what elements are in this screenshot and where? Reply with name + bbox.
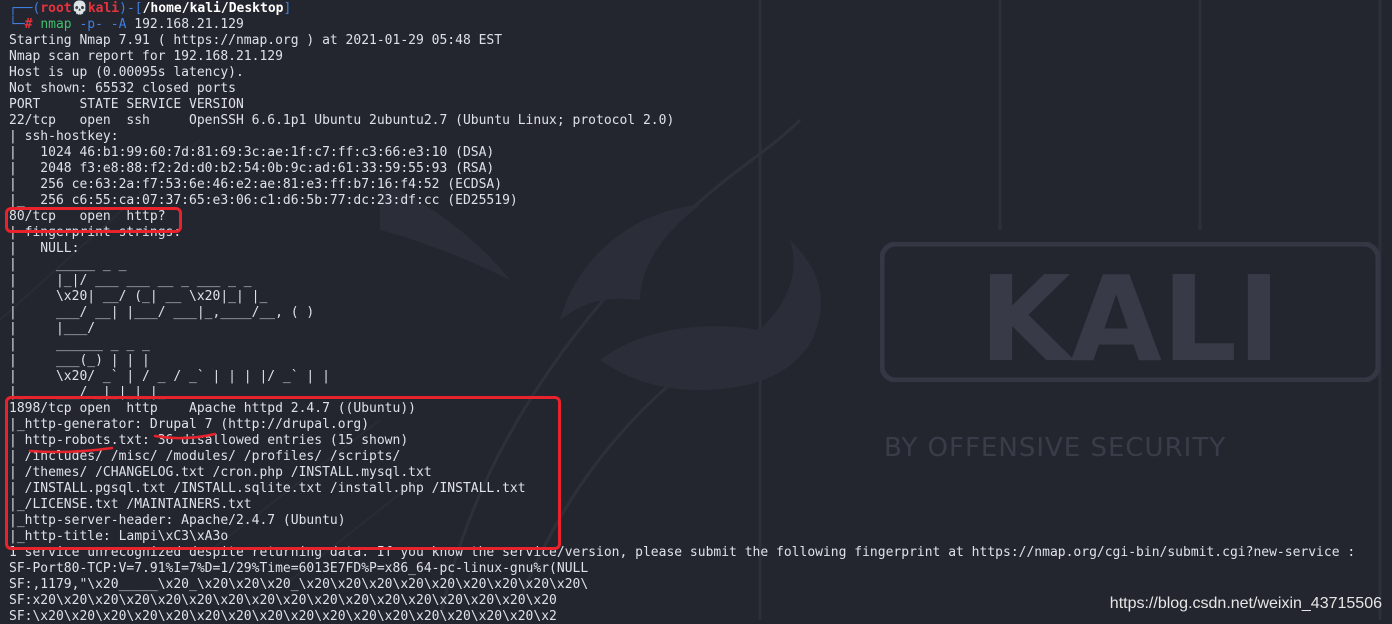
robots-underline <box>28 446 114 454</box>
csdn-watermark: https://blog.csdn.net/weixin_43715506 <box>1109 595 1382 612</box>
terminal-window[interactable]: KALI BY OFFENSIVE SECURITY ┌──(root💀kali… <box>0 0 1392 624</box>
handwritten-underlines <box>28 432 217 454</box>
drupal-underline <box>153 432 217 440</box>
